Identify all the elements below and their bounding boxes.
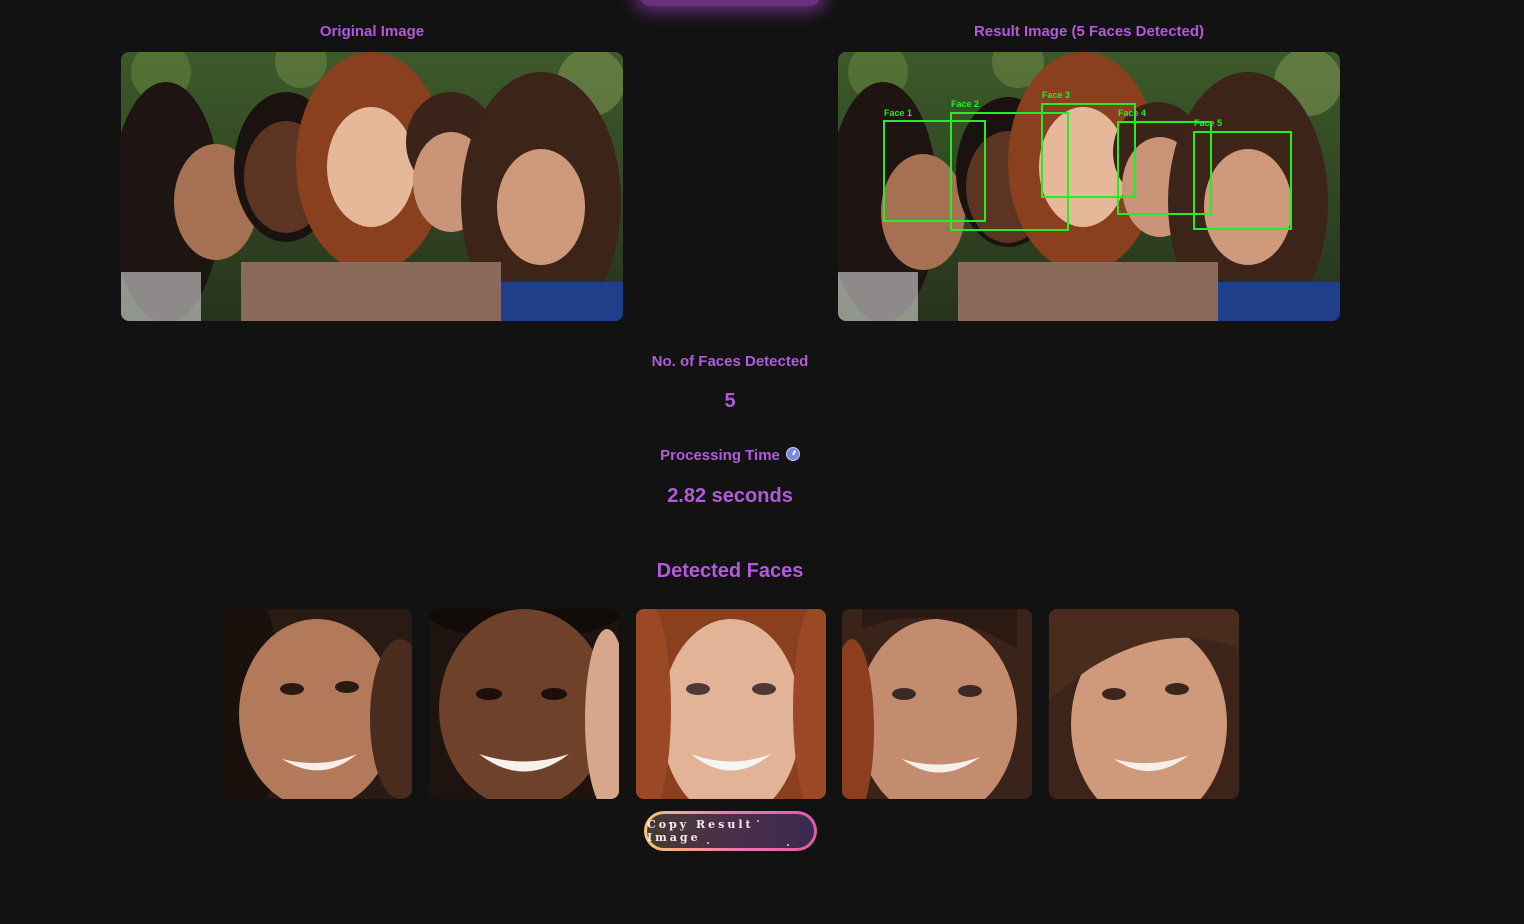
copy-result-image-button[interactable]: Copy Result Image — [644, 811, 817, 851]
sparkle-decoration — [669, 822, 671, 824]
processing-time-value: 2.82 seconds — [667, 485, 793, 507]
sparkle-decoration — [757, 820, 759, 822]
result-image-title: Result Image (5 Faces Detected) — [973, 23, 1205, 40]
original-image — [121, 52, 623, 321]
result-image: Face 1 Face 2 Face 3 Face 4 Face 5 — [838, 52, 1340, 321]
original-image-title: Original Image — [319, 23, 425, 40]
sparkle-decoration — [787, 844, 789, 846]
detection-label-3: Face 3 — [1042, 90, 1070, 100]
detected-faces-heading: Detected Faces — [656, 560, 804, 582]
detected-face-2 — [429, 609, 619, 799]
copy-result-image-label: Copy Result Image — [647, 818, 754, 844]
detected-face-4 — [842, 609, 1032, 799]
detected-face-1 — [222, 609, 412, 799]
clock-icon — [785, 447, 800, 461]
detection-label-2: Face 2 — [951, 99, 979, 109]
detection-label-4: Face 4 — [1118, 108, 1146, 118]
faces-count-value: 5 — [724, 390, 736, 412]
detection-label-1: Face 1 — [884, 108, 912, 118]
detected-face-5 — [1049, 609, 1239, 799]
faces-count-label: No. of Faces Detected — [651, 353, 809, 370]
detection-label-5: Face 5 — [1194, 118, 1222, 128]
processing-time-row: Processing Time — [530, 447, 930, 464]
processing-time-label: Processing Time — [660, 447, 780, 464]
sparkle-decoration — [707, 842, 709, 844]
detected-face-3 — [636, 609, 826, 799]
top-glow-bar — [640, 0, 820, 6]
